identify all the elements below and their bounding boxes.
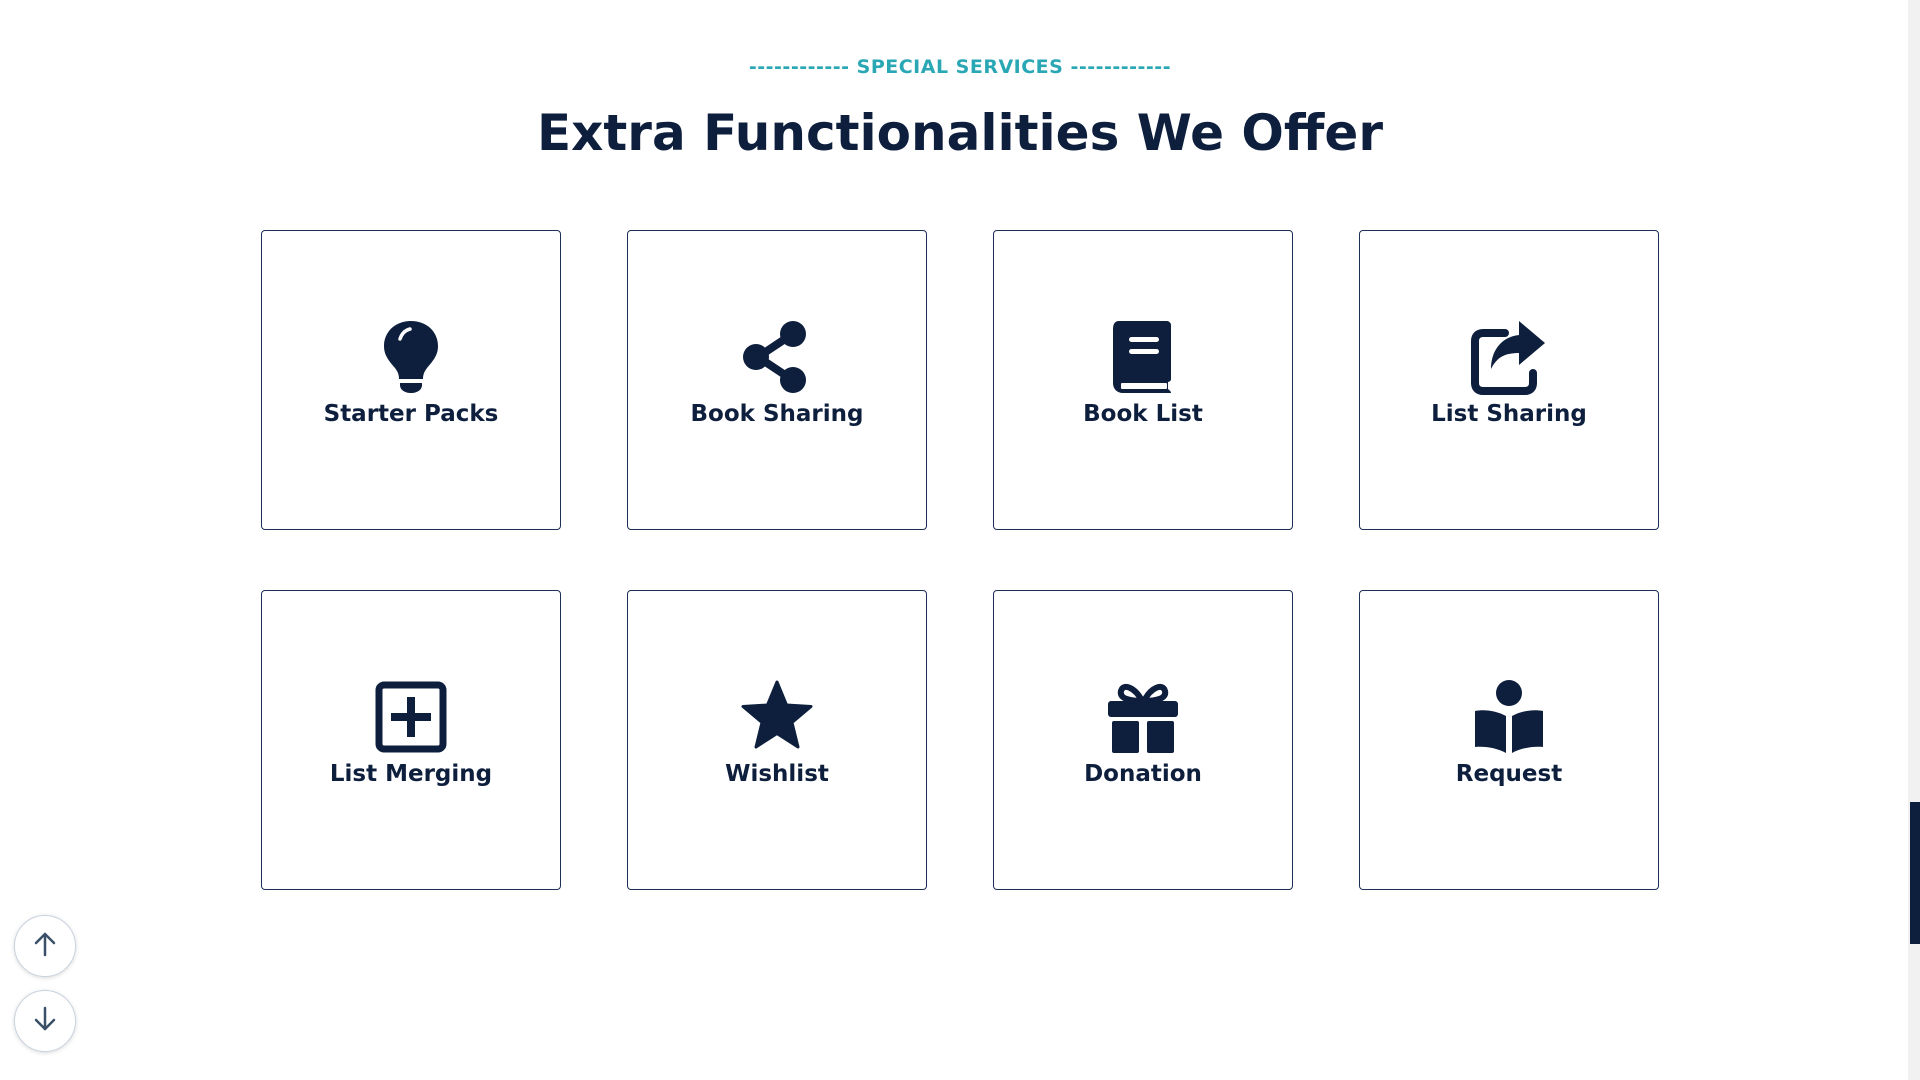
scroll-up-button[interactable] bbox=[14, 915, 76, 977]
service-label: List Merging bbox=[329, 761, 493, 787]
service-card-request[interactable]: Request bbox=[1359, 590, 1659, 890]
service-card-list-merging[interactable]: List Merging bbox=[261, 590, 561, 890]
scroll-down-button[interactable] bbox=[14, 990, 76, 1052]
service-card-book-list[interactable]: Book List bbox=[993, 230, 1293, 530]
lightbulb-icon bbox=[373, 319, 449, 395]
page: ------------ SPECIAL SERVICES ----------… bbox=[0, 0, 1920, 1080]
arrow-down-icon bbox=[31, 1005, 59, 1037]
share-icon bbox=[739, 319, 815, 395]
section-eyebrow: ------------ SPECIAL SERVICES ----------… bbox=[748, 56, 1172, 78]
service-card-donation[interactable]: Donation bbox=[993, 590, 1293, 890]
service-label: Book Sharing bbox=[690, 401, 864, 427]
arrow-up-icon bbox=[31, 930, 59, 962]
service-label: Starter Packs bbox=[323, 401, 499, 427]
service-label: List Sharing bbox=[1431, 401, 1587, 427]
services-grid: Starter Packs Book Sharing Book List Lis… bbox=[261, 230, 1659, 890]
service-label: Request bbox=[1455, 761, 1563, 787]
gift-icon bbox=[1105, 679, 1181, 755]
book-icon bbox=[1105, 319, 1181, 395]
service-card-list-sharing[interactable]: List Sharing bbox=[1359, 230, 1659, 530]
service-card-wishlist[interactable]: Wishlist bbox=[627, 590, 927, 890]
book-reader-icon bbox=[1471, 679, 1547, 755]
plus-square-icon bbox=[373, 679, 449, 755]
share-square-icon bbox=[1471, 319, 1547, 395]
star-icon bbox=[739, 679, 815, 755]
service-card-book-sharing[interactable]: Book Sharing bbox=[627, 230, 927, 530]
service-label: Donation bbox=[1084, 761, 1202, 787]
scrollbar-thumb[interactable] bbox=[1910, 802, 1920, 944]
section-title: Extra Functionalities We Offer bbox=[537, 104, 1383, 162]
service-label: Book List bbox=[1083, 401, 1203, 427]
service-card-starter-packs[interactable]: Starter Packs bbox=[261, 230, 561, 530]
service-label: Wishlist bbox=[725, 761, 829, 787]
